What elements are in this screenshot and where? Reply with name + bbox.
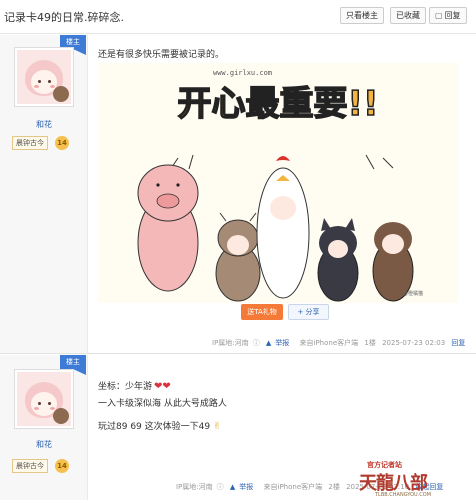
floor-number: 1楼 <box>364 339 376 347</box>
author-panel: 楼主 和花 晨钟古今 14 <box>0 35 88 353</box>
image-signature: @橙橘猫 <box>403 290 423 297</box>
ip-location: IP属地:河南 <box>176 483 213 491</box>
image-site-text: www.girlxu.com <box>213 69 272 77</box>
level-badge: 14 <box>55 136 69 150</box>
watermark-url: TLBB.CHANGYOU.COM <box>375 492 432 498</box>
pig-character <box>137 164 199 292</box>
post-floor-1: 楼主 和花 晨钟古今 14 还是有很多快乐需要被记录的。 www.girlxu.… <box>0 35 476 354</box>
floor-number: 2楼 <box>328 483 340 491</box>
share-label: 分享 <box>305 308 320 316</box>
hearts-emoji: ❤❤ <box>154 381 171 392</box>
post-footer: IP属地:河南 ⓘ ▲ 举报 来自iPhone客户端 1楼 2025-07-23 0… <box>212 338 469 348</box>
post-time: 2025-07-23 02:03 <box>382 339 446 347</box>
level-badge: 14 <box>55 459 69 473</box>
report-icon: ▲ <box>229 483 236 491</box>
favorite-button[interactable]: 已收藏 <box>390 7 426 24</box>
help-icon: ⓘ <box>252 339 260 347</box>
reply-icon: ▢ <box>435 11 443 20</box>
client-source: 来自iPhone客户端 <box>263 483 323 491</box>
reply-button[interactable]: ▢ 回复 <box>429 7 467 24</box>
client-source: 来自iPhone客户端 <box>299 339 359 347</box>
thread-header: 记录卡49的日常.碎碎念. 只看楼主 已收藏 ▢ 回复 <box>0 0 476 34</box>
username[interactable]: 和花 <box>0 439 88 450</box>
plus-icon: + <box>297 308 306 316</box>
thread-title: 记录卡49的日常.碎碎念. <box>4 11 124 24</box>
rank-badge: 晨钟古今 <box>12 459 48 473</box>
rank-badge: 晨钟古今 <box>12 136 48 150</box>
watermark-logo: 官方记者站 天龍八部 TLBB.CHANGYOU.COM <box>347 460 473 500</box>
image-headline: 开心最重要!! <box>177 84 378 124</box>
avatar[interactable] <box>14 47 74 107</box>
report-link[interactable]: ▲ 举报 <box>230 483 257 491</box>
gift-button[interactable]: 送TA礼物 <box>241 304 283 320</box>
peace-emoji: ✌ <box>212 421 222 432</box>
only-author-label: 只看楼主 <box>346 11 378 20</box>
username[interactable]: 和花 <box>0 119 88 130</box>
reply-label: 回复 <box>444 11 461 20</box>
only-author-button[interactable]: 只看楼主 <box>340 7 384 24</box>
post-line-2: 一入卡级深似海 从此大号成路人 <box>98 399 227 409</box>
deer-character <box>215 212 261 302</box>
ip-location: IP属地:河南 <box>212 339 249 347</box>
share-button[interactable]: + 分享 <box>288 304 329 320</box>
post-line-3: 玩过89 69 这次体验一下49 ✌ <box>98 421 222 432</box>
post-line-1: 坐标：少年游 ❤❤ <box>98 381 171 392</box>
report-icon: ▲ <box>265 339 272 347</box>
favorite-label: 已收藏 <box>396 11 420 20</box>
report-link[interactable]: ▲ 举报 <box>266 339 293 347</box>
post-text: 还是有很多快乐需要被记录的。 <box>98 50 225 60</box>
gift-label: 送TA礼物 <box>247 308 277 316</box>
avatar[interactable] <box>14 369 74 429</box>
reply-link[interactable]: 回复 <box>451 339 465 347</box>
author-panel: 楼主 和花 晨钟古今 14 <box>0 355 88 500</box>
post-image[interactable]: www.girlxu.com 开心最重要!! @橙橘猫 <box>98 63 458 303</box>
monkey-character <box>372 222 414 302</box>
help-icon: ⓘ <box>216 483 224 491</box>
